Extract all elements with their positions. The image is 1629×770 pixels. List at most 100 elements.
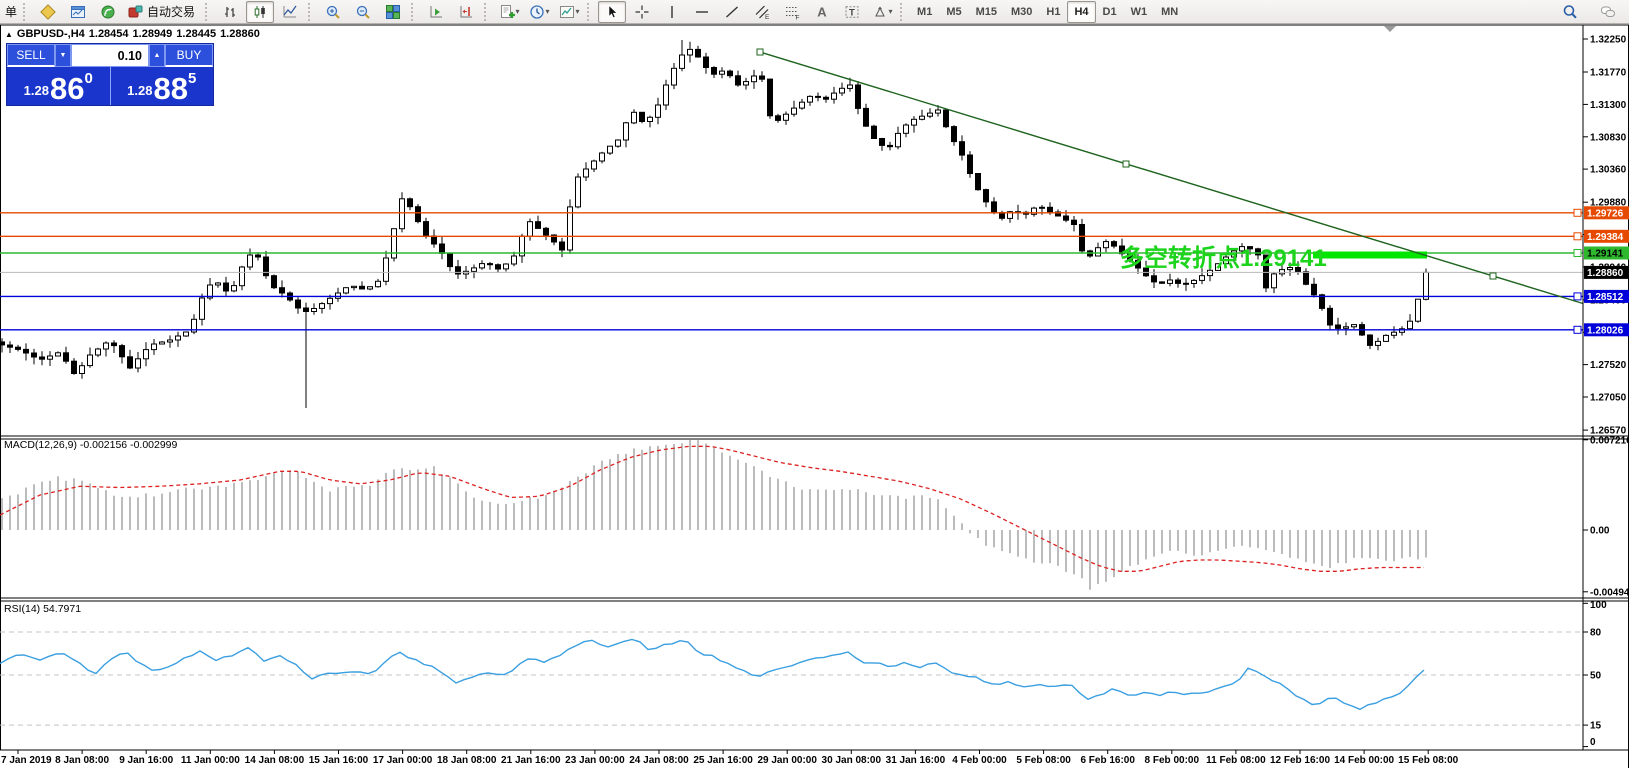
svg-text:1.31770: 1.31770: [1590, 68, 1627, 79]
fibonacci-button[interactable]: F: [778, 1, 806, 23]
svg-text:A: A: [817, 4, 827, 19]
timeframe-m1-button[interactable]: M1: [910, 1, 939, 23]
svg-text:31 Jan 16:00: 31 Jan 16:00: [886, 755, 946, 766]
candle-chart-button[interactable]: [246, 1, 274, 23]
search-button[interactable]: [1556, 1, 1584, 23]
timeframe-h1-button[interactable]: H1: [1039, 1, 1067, 23]
svg-text:7 Jan 2019: 7 Jan 2019: [1, 755, 52, 766]
level-handle[interactable]: [1574, 293, 1581, 300]
macd-histogram: [2, 440, 1426, 590]
svg-text:18 Jan 08:00: 18 Jan 08:00: [437, 755, 497, 766]
buy-price[interactable]: 1.28 88 5: [111, 67, 214, 105]
horizontal-line-icon: [694, 4, 710, 20]
buy-button[interactable]: BUY: [165, 44, 213, 67]
level-handle[interactable]: [1574, 250, 1581, 257]
svg-text:1.29384: 1.29384: [1587, 232, 1624, 243]
zoom-in-button[interactable]: [319, 1, 347, 23]
new-order-partial-label[interactable]: 单: [2, 3, 20, 20]
toolbar-grip: [308, 3, 314, 21]
svg-text:11 Feb 08:00: 11 Feb 08:00: [1206, 755, 1266, 766]
price-axis[interactable]: 1.322501.317701.313001.308301.303601.298…: [1583, 25, 1629, 750]
svg-text:23 Jan 00:00: 23 Jan 00:00: [565, 755, 625, 766]
new-chart-icon: [499, 4, 515, 20]
volume-up-button[interactable]: ▲: [149, 44, 165, 67]
level-handle[interactable]: [1574, 326, 1581, 333]
trendline-handle[interactable]: [757, 49, 763, 55]
market-watch-button[interactable]: [64, 1, 92, 23]
trendline-handle[interactable]: [1123, 161, 1129, 167]
timeframe-m30-button[interactable]: M30: [1004, 1, 1039, 23]
svg-text:4 Feb 00:00: 4 Feb 00:00: [952, 755, 1007, 766]
toolbar-grip: [411, 3, 417, 21]
buy-price-pips: 88: [153, 76, 187, 102]
line-chart-icon: [282, 4, 298, 20]
horizontal-line-button[interactable]: [688, 1, 716, 23]
chat-button[interactable]: [1594, 1, 1622, 23]
zoom-out-button[interactable]: [349, 1, 377, 23]
timeframe-d1-button[interactable]: D1: [1096, 1, 1124, 23]
one-click-trading-panel: SELL ▼ 0.10 ▲ BUY 1.28 86 0 1.28 88 5: [7, 44, 213, 105]
dropdown-caret-icon: ▾: [889, 8, 893, 16]
periods-button[interactable]: ▾: [525, 1, 553, 23]
timeframe-m5-button[interactable]: M5: [939, 1, 968, 23]
zoom-out-icon: [355, 4, 371, 20]
line-chart-button[interactable]: [276, 1, 304, 23]
toolbar-grip: [587, 3, 593, 21]
svg-text:T: T: [849, 7, 855, 18]
auto-scroll-icon: [428, 4, 444, 20]
trendline-handle[interactable]: [1490, 273, 1496, 279]
timeframe-w1-button[interactable]: W1: [1124, 1, 1155, 23]
time-axis[interactable]: 7 Jan 20198 Jan 08:009 Jan 16:0011 Jan 0…: [1, 750, 1459, 766]
svg-text:50: 50: [1590, 671, 1602, 682]
svg-text:30 Jan 08:00: 30 Jan 08:00: [822, 755, 882, 766]
dropdown-caret-icon: ▾: [546, 8, 550, 16]
channel-button[interactable]: E: [748, 1, 776, 23]
sell-price[interactable]: 1.28 86 0: [7, 67, 111, 105]
trend-line-button[interactable]: [718, 1, 746, 23]
svg-text:1.28512: 1.28512: [1587, 292, 1624, 303]
svg-text:6 Feb 16:00: 6 Feb 16:00: [1080, 755, 1135, 766]
bar-chart-icon: [222, 4, 238, 20]
new-order-button[interactable]: [34, 1, 62, 23]
periods-icon: [529, 4, 545, 20]
trend-line-icon: [724, 4, 740, 20]
svg-text:15 Feb 08:00: 15 Feb 08:00: [1398, 755, 1458, 766]
chart-shift-icon: [458, 4, 474, 20]
bar-chart-button[interactable]: [216, 1, 244, 23]
price-badge-1.28512: 1.28512: [1584, 290, 1629, 303]
volume-down-button[interactable]: ▼: [55, 44, 71, 67]
vertical-line-button[interactable]: [658, 1, 686, 23]
shapes-icon: [872, 4, 888, 20]
candles: [0, 40, 1429, 408]
autotrading-button[interactable]: 自动交易: [124, 1, 201, 23]
volume-input[interactable]: 0.10: [71, 44, 149, 67]
tile-windows-icon: [385, 4, 401, 20]
chart-shift-button[interactable]: [452, 1, 480, 23]
candle-chart-icon: [252, 4, 268, 20]
tile-windows-button[interactable]: [379, 1, 407, 23]
svg-text:8 Feb 00:00: 8 Feb 00:00: [1145, 755, 1200, 766]
text-button[interactable]: A: [808, 1, 836, 23]
text-label-button[interactable]: T: [838, 1, 866, 23]
cursor-button[interactable]: [598, 1, 626, 23]
timeframe-m15-button[interactable]: M15: [969, 1, 1004, 23]
crosshair-button[interactable]: [628, 1, 656, 23]
scroll-to-end-icon[interactable]: [1384, 26, 1396, 32]
auto-scroll-button[interactable]: [422, 1, 450, 23]
svg-text:-0.004943: -0.004943: [1590, 587, 1629, 598]
shapes-button[interactable]: ▾: [868, 1, 896, 23]
new-chart-button[interactable]: ▾: [495, 1, 523, 23]
sell-button[interactable]: SELL: [7, 44, 55, 67]
level-handle[interactable]: [1574, 233, 1581, 240]
timeframe-mn-button[interactable]: MN: [1154, 1, 1185, 23]
svg-text:1.31300: 1.31300: [1590, 100, 1627, 111]
svg-text:1.30830: 1.30830: [1590, 132, 1627, 143]
timeframe-h4-button[interactable]: H4: [1067, 1, 1095, 23]
signals-button[interactable]: [94, 1, 122, 23]
macd-signal-line: [0, 446, 1424, 571]
level-handle[interactable]: [1574, 209, 1581, 216]
sell-price-point: 0: [84, 70, 92, 87]
svg-text:1.28860: 1.28860: [1587, 268, 1624, 279]
templates-button[interactable]: ▾: [555, 1, 583, 23]
collapse-panel-icon[interactable]: ▲: [5, 30, 13, 39]
